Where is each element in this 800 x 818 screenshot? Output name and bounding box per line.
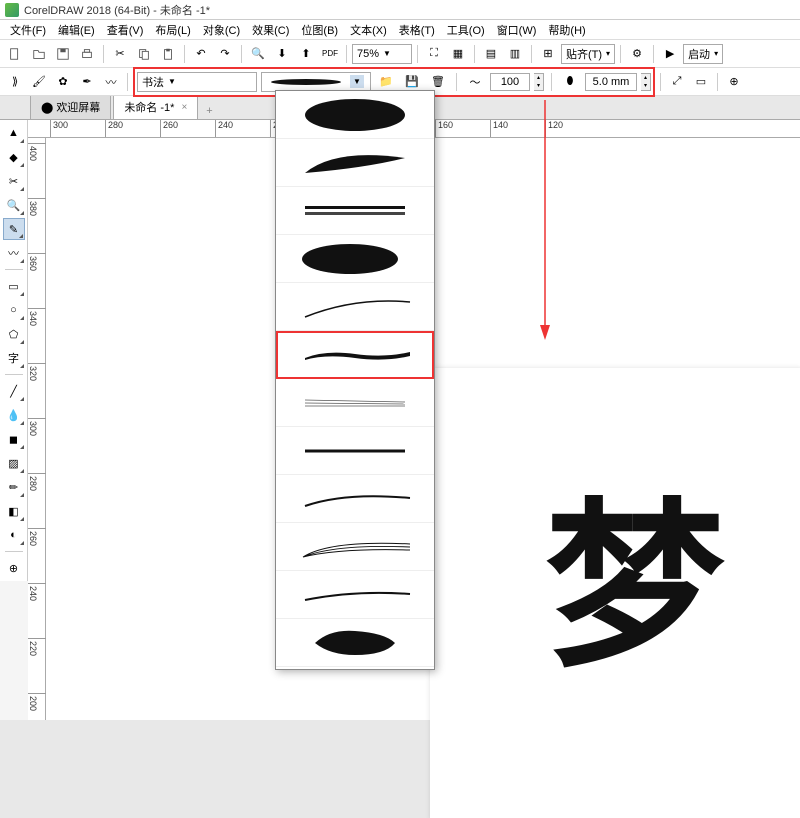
brush-tool-icon[interactable]: 🖌	[28, 71, 50, 93]
text-tool[interactable]: 字	[3, 347, 25, 369]
menu-help[interactable]: 帮助(H)	[542, 20, 591, 40]
shadow-tool[interactable]: ◼	[3, 428, 25, 450]
ruler-vertical: 400 380 360 340 320 300 280 260 240 220 …	[28, 138, 46, 720]
outline-tool[interactable]: ◧	[3, 500, 25, 522]
freehand-tool[interactable]: ✎	[3, 218, 25, 240]
redo-button[interactable]: ↷	[214, 43, 236, 65]
title-bar: CorelDRAW 2018 (64-Bit) - 未命名 -1*	[0, 0, 800, 20]
ellipse-tool[interactable]: ○	[3, 299, 25, 321]
rulers-button[interactable]: ▦	[447, 43, 469, 65]
title-text: CorelDRAW 2018 (64-Bit) - 未命名 -1*	[24, 2, 210, 18]
menu-tool[interactable]: 工具(O)	[441, 20, 491, 40]
menu-edit[interactable]: 编辑(E)	[52, 20, 101, 40]
menu-text[interactable]: 文本(X)	[344, 20, 393, 40]
tab-welcome[interactable]: ⬤ 欢迎屏幕	[30, 94, 111, 119]
stroke-option-3[interactable]	[276, 187, 434, 235]
stroke-option-7[interactable]	[276, 379, 434, 427]
undo-button[interactable]: ↶	[190, 43, 212, 65]
scale-button[interactable]: ⤢	[666, 71, 688, 93]
launch-icon[interactable]: ▶	[659, 43, 681, 65]
stroke-option-2[interactable]	[276, 139, 434, 187]
stroke-option-4[interactable]	[276, 235, 434, 283]
snap-combo[interactable]: 贴齐(T)▾	[561, 44, 615, 64]
zoom-tool[interactable]: 🔍	[3, 194, 25, 216]
standard-toolbar: ✂ ↶ ↷ 🔍 ⬇ ⬆ PDF 75%▼ ⛶ ▦ ▤ ▥ ⊞ 贴齐(T)▾ ⚙ …	[0, 40, 800, 68]
width-spinner[interactable]: ▴▾	[641, 73, 651, 91]
expand-toolbox[interactable]: ⊕	[3, 557, 25, 579]
line-tool[interactable]: ╱	[3, 380, 25, 402]
tab-document[interactable]: 未命名 -1*×	[113, 94, 198, 119]
cut-button[interactable]: ✂	[109, 43, 131, 65]
stroke-option-10[interactable]	[276, 523, 434, 571]
brush-stroke-dropdown[interactable]	[275, 90, 435, 670]
rectangle-tool[interactable]: ▭	[3, 275, 25, 297]
pick-tool[interactable]: ▲	[3, 122, 25, 144]
new-tab-button[interactable]: +	[200, 103, 218, 119]
app-logo-icon	[5, 3, 19, 17]
fullscreen-button[interactable]: ⛶	[423, 43, 445, 65]
toolbox: ▲ ◆ ✂ 🔍 ✎ 〰 ▭ ○ ⬠ 字 ╱ 💧 ◼ ▨ ✏ ◧ ◐ ⊕	[0, 120, 28, 581]
stroke-option-5[interactable]	[276, 283, 434, 331]
eyedrop-tool[interactable]: 💧	[3, 404, 25, 426]
grid-button[interactable]: ▤	[480, 43, 502, 65]
close-tab-icon[interactable]: ×	[181, 102, 187, 113]
preset-tool-icon[interactable]: ⟫	[4, 71, 26, 93]
copy-button[interactable]	[133, 43, 155, 65]
menu-layout[interactable]: 布局(L)	[149, 20, 196, 40]
bounding-button[interactable]: ▭	[690, 71, 712, 93]
export-button[interactable]: ⬆	[295, 43, 317, 65]
pdf-button[interactable]: PDF	[319, 43, 341, 65]
new-button[interactable]	[4, 43, 26, 65]
menu-view[interactable]: 查看(V)	[101, 20, 150, 40]
stroke-option-12[interactable]	[276, 619, 434, 667]
add-button[interactable]: ⊕	[723, 71, 745, 93]
menu-effect[interactable]: 效果(C)	[246, 20, 295, 40]
open-button[interactable]	[28, 43, 50, 65]
menu-bar[interactable]: 文件(F) 编辑(E) 查看(V) 布局(L) 对象(C) 效果(C) 位图(B…	[0, 20, 800, 40]
crop-tool[interactable]: ✂	[3, 170, 25, 192]
stroke-option-13[interactable]	[276, 667, 434, 670]
save-button[interactable]	[52, 43, 74, 65]
paste-button[interactable]	[157, 43, 179, 65]
polygon-tool[interactable]: ⬠	[3, 323, 25, 345]
stroke-option-6-highlighted[interactable]	[276, 331, 434, 379]
width-input[interactable]: 5.0 mm	[585, 73, 637, 91]
menu-window[interactable]: 窗口(W)	[491, 20, 543, 40]
menu-table[interactable]: 表格(T)	[393, 20, 441, 40]
snap-button[interactable]: ⊞	[537, 43, 559, 65]
sprayer-tool-icon[interactable]: ✿	[52, 71, 74, 93]
brush-stroke-combo[interactable]: ▼	[261, 72, 371, 92]
stroke-option-11[interactable]	[276, 571, 434, 619]
menu-bitmap[interactable]: 位图(B)	[295, 20, 344, 40]
brush-category-combo[interactable]: 书法▼	[137, 72, 257, 92]
stroke-option-8[interactable]	[276, 427, 434, 475]
transparency-tool[interactable]: ◐	[3, 524, 25, 546]
menu-object[interactable]: 对象(C)	[197, 20, 246, 40]
calligraphy-char[interactable]: 梦	[545, 440, 725, 701]
launch-combo[interactable]: 启动▾	[683, 44, 723, 64]
calligraphic-tool-icon[interactable]: ✒	[76, 71, 98, 93]
options-button[interactable]: ⚙	[626, 43, 648, 65]
fill-tool[interactable]: ▨	[3, 452, 25, 474]
shape-tool[interactable]: ◆	[3, 146, 25, 168]
pressure-tool-icon[interactable]: 〰	[100, 71, 122, 93]
annotation-arrow	[540, 100, 580, 350]
zoom-combo[interactable]: 75%▼	[352, 44, 412, 64]
search-button[interactable]: 🔍	[247, 43, 269, 65]
contour-tool[interactable]: ✏	[3, 476, 25, 498]
print-button[interactable]	[76, 43, 98, 65]
stroke-option-9[interactable]	[276, 475, 434, 523]
smoothing-input[interactable]: 100	[490, 73, 530, 91]
artistic-tool[interactable]: 〰	[3, 242, 25, 264]
menu-file[interactable]: 文件(F)	[4, 20, 52, 40]
stroke-option-1[interactable]	[276, 91, 434, 139]
smooth-icon: 〜	[464, 71, 486, 93]
width-icon: ⬮	[559, 71, 581, 93]
smoothing-spinner[interactable]: ▴▾	[534, 73, 544, 91]
guides-button[interactable]: ▥	[504, 43, 526, 65]
import-button[interactable]: ⬇	[271, 43, 293, 65]
